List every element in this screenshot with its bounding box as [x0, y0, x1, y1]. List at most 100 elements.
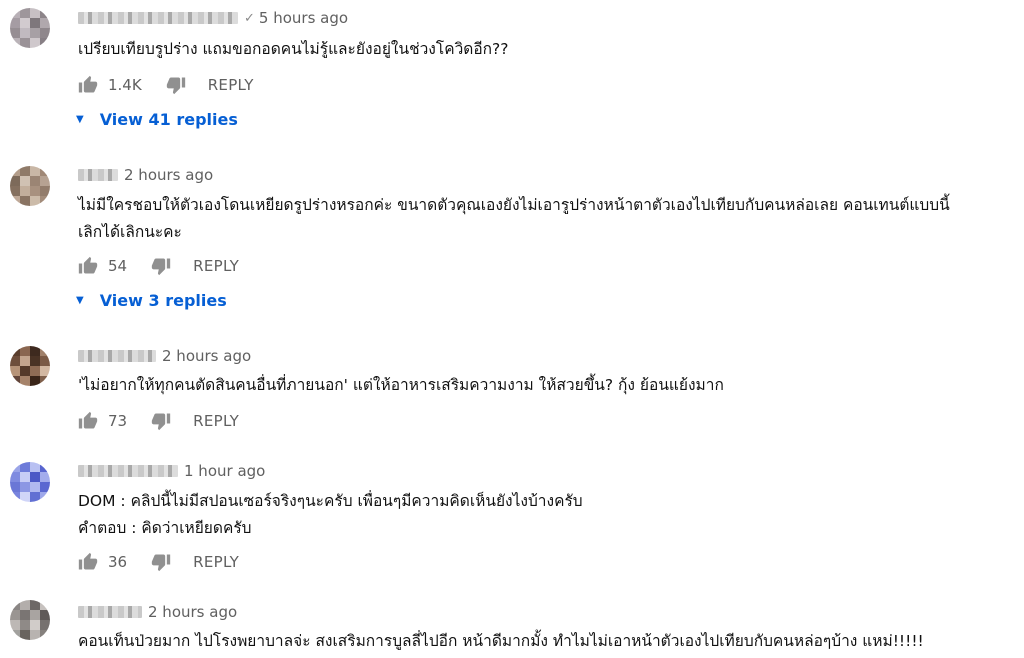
- avatar-pixel: [10, 8, 20, 18]
- comment-header: ✓ 5 hours ago: [78, 9, 348, 27]
- dislike-icon[interactable]: [166, 75, 186, 95]
- comment-header: 2 hours ago: [78, 347, 251, 365]
- comment-text: คอนเท็นป่วยมาก ไปโรงพยาบาลจ่ะ สงเสริมการ…: [78, 632, 924, 650]
- avatar-pixel: [10, 356, 20, 366]
- avatar-pixel: [40, 196, 50, 206]
- avatar-pixel: [40, 630, 50, 640]
- avatar-pixel: [20, 8, 30, 18]
- avatar-pixel: [10, 176, 20, 186]
- avatar-pixel: [40, 346, 50, 356]
- avatar-pixel: [30, 166, 40, 176]
- avatar-pixel: [30, 38, 40, 48]
- avatar-pixel: [40, 482, 50, 492]
- avatar-pixel: [30, 346, 40, 356]
- avatar-pixel: [40, 356, 50, 366]
- avatar-pixel: [20, 492, 30, 502]
- like-count: 54: [108, 257, 128, 275]
- like-icon[interactable]: [78, 411, 98, 431]
- view-replies-label: View 3 replies: [99, 291, 227, 310]
- avatar-pixel: [20, 482, 30, 492]
- avatar-pixel: [10, 472, 20, 482]
- view-replies-button[interactable]: ▼ View 3 replies: [76, 291, 227, 310]
- comment-timestamp[interactable]: 5 hours ago: [259, 9, 348, 27]
- avatar-pixel: [30, 610, 40, 620]
- avatar-pixel: [40, 176, 50, 186]
- like-icon[interactable]: [78, 75, 98, 95]
- avatar-pixel: [30, 600, 40, 610]
- author-name-blurred[interactable]: [78, 350, 156, 362]
- like-icon[interactable]: [78, 552, 98, 572]
- comment-header: 2 hours ago: [78, 166, 213, 184]
- avatar-pixel: [30, 186, 40, 196]
- avatar-pixel: [20, 18, 30, 28]
- avatar[interactable]: [10, 166, 50, 206]
- like-icon[interactable]: [78, 256, 98, 276]
- dislike-icon[interactable]: [151, 552, 171, 572]
- author-name-blurred[interactable]: [78, 169, 118, 181]
- avatar-pixel: [40, 366, 50, 376]
- comment-timestamp[interactable]: 2 hours ago: [162, 347, 251, 365]
- reply-button[interactable]: REPLY: [193, 553, 239, 571]
- avatar-pixel: [10, 376, 20, 386]
- comment-actions: 1.4K REPLY: [78, 73, 254, 97]
- comment-actions: 73 REPLY: [78, 409, 239, 433]
- reply-button[interactable]: REPLY: [193, 257, 239, 275]
- avatar-pixel: [40, 28, 50, 38]
- author-name-blurred[interactable]: [78, 12, 238, 24]
- avatar[interactable]: [10, 346, 50, 386]
- avatar-pixel: [10, 610, 20, 620]
- avatar-pixel: [30, 8, 40, 18]
- avatar-pixel: [30, 176, 40, 186]
- avatar-pixel: [10, 600, 20, 610]
- comment-header: 2 hours ago: [78, 603, 237, 621]
- avatar-pixel: [40, 472, 50, 482]
- avatar-pixel: [30, 18, 40, 28]
- avatar-pixel: [30, 630, 40, 640]
- comment-text: ไม่มีใครชอบให้ตัวเองโดนเหยียดรูปร่างหรอก…: [78, 196, 950, 241]
- avatar[interactable]: [10, 8, 50, 48]
- avatar-pixel: [20, 196, 30, 206]
- comment-text: DOM : คลิปนี้ไม่มีสปอนเซอร์จริงๆนะครับ เ…: [78, 492, 583, 537]
- avatar-pixel: [10, 630, 20, 640]
- avatar[interactable]: [10, 600, 50, 640]
- verified-icon: ✓: [244, 10, 255, 26]
- avatar-pixel: [10, 18, 20, 28]
- avatar-pixel: [40, 38, 50, 48]
- author-name-blurred[interactable]: [78, 465, 178, 477]
- avatar[interactable]: [10, 462, 50, 502]
- avatar-pixel: [20, 610, 30, 620]
- avatar-pixel: [40, 186, 50, 196]
- view-replies-button[interactable]: ▼ View 41 replies: [76, 110, 238, 129]
- comment-text: 'ไม่อยากให้ทุกคนตัดสินคนอื่นที่ภายนอก' แ…: [78, 376, 724, 394]
- avatar-pixel: [40, 166, 50, 176]
- comment-actions: 54 REPLY: [78, 254, 239, 278]
- avatar-pixel: [10, 620, 20, 630]
- avatar-pixel: [10, 28, 20, 38]
- caret-down-icon: ▼: [76, 114, 84, 125]
- comment-timestamp[interactable]: 1 hour ago: [184, 462, 265, 480]
- avatar-pixel: [40, 620, 50, 630]
- avatar-pixel: [10, 186, 20, 196]
- reply-button[interactable]: REPLY: [208, 76, 254, 94]
- avatar-pixel: [20, 600, 30, 610]
- avatar-pixel: [40, 492, 50, 502]
- avatar-pixel: [30, 620, 40, 630]
- dislike-icon[interactable]: [151, 411, 171, 431]
- dislike-icon[interactable]: [151, 256, 171, 276]
- author-name-blurred[interactable]: [78, 606, 142, 618]
- avatar-pixel: [10, 166, 20, 176]
- comment-timestamp[interactable]: 2 hours ago: [148, 603, 237, 621]
- view-replies-label: View 41 replies: [99, 110, 238, 129]
- avatar-pixel: [20, 176, 30, 186]
- avatar-pixel: [40, 600, 50, 610]
- avatar-pixel: [30, 482, 40, 492]
- like-count: 73: [108, 412, 128, 430]
- comment-timestamp[interactable]: 2 hours ago: [124, 166, 213, 184]
- avatar-pixel: [20, 28, 30, 38]
- avatar-pixel: [20, 38, 30, 48]
- avatar-pixel: [10, 482, 20, 492]
- avatar-pixel: [20, 630, 30, 640]
- avatar-pixel: [20, 366, 30, 376]
- reply-button[interactable]: REPLY: [193, 412, 239, 430]
- avatar-pixel: [30, 366, 40, 376]
